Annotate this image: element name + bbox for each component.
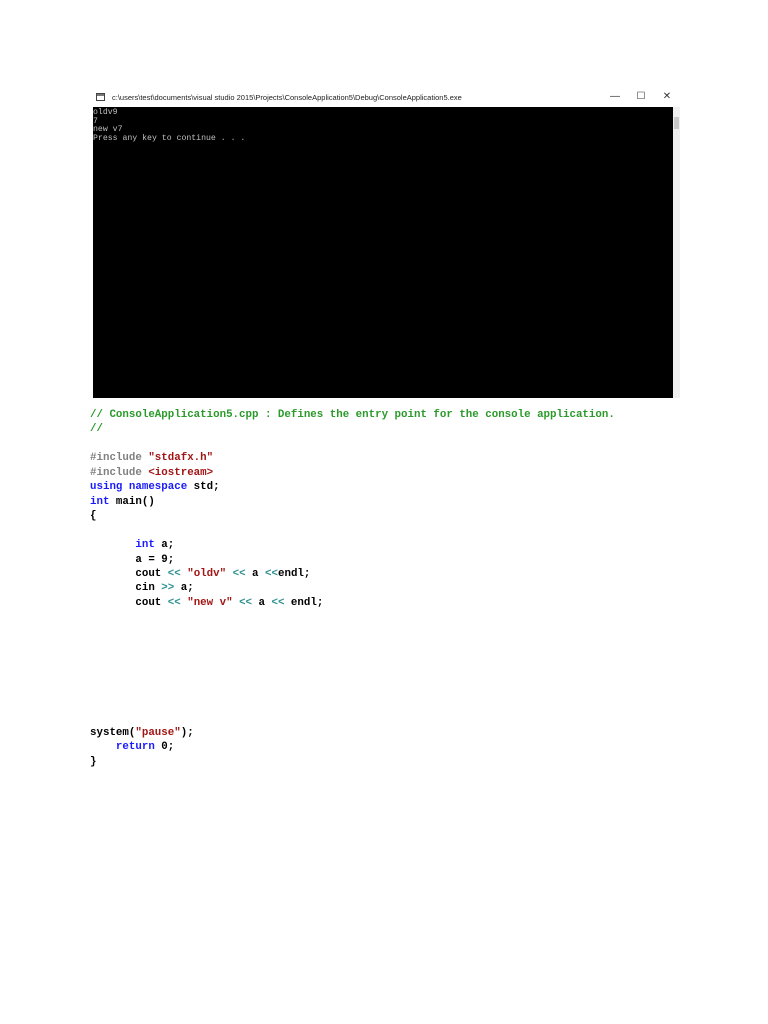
- minimize-button[interactable]: —: [602, 90, 628, 104]
- close-button[interactable]: ✕: [654, 90, 680, 104]
- code-token-comment: // ConsoleApplication5.cpp : Defines the…: [90, 409, 615, 421]
- console-window-title: c:\users\test\documents\visual studio 20…: [112, 93, 462, 102]
- source-code-listing: // ConsoleApplication5.cpp : Defines the…: [90, 408, 615, 769]
- code-line: //: [90, 422, 615, 436]
- code-token-op: <<: [167, 596, 181, 609]
- console-output: oldv9 7 new v7 Press any key to continue…: [93, 107, 673, 398]
- code-token-plain: }: [90, 755, 97, 768]
- maximize-button[interactable]: ☐: [628, 90, 654, 104]
- console-title-bar[interactable]: c:\users\test\documents\visual studio 20…: [90, 88, 682, 106]
- code-line: using namespace std;: [90, 480, 615, 494]
- code-token-pre: #include: [90, 452, 149, 465]
- code-token-str: "stdafx.h": [148, 452, 214, 465]
- code-line: return 0;: [90, 740, 615, 754]
- code-token-plain: endl;: [284, 596, 324, 609]
- console-scrollbar[interactable]: [673, 107, 680, 398]
- code-line: cout << "new v" << a << endl;: [90, 596, 615, 610]
- code-token-plain: 0;: [154, 741, 175, 754]
- code-token-plain: cin: [90, 582, 162, 595]
- code-token-op: >>: [161, 582, 175, 595]
- code-token-plain: a: [245, 567, 266, 580]
- code-token-op: <<: [239, 596, 253, 609]
- code-token-str: "new v": [187, 596, 233, 609]
- code-line: #include <iostream>: [90, 466, 615, 480]
- console-line: Press any key to continue . . .: [93, 133, 246, 143]
- code-token-kw: using namespace: [90, 481, 188, 494]
- code-line: cin >> a;: [90, 581, 615, 595]
- code-token-op: <<: [265, 567, 278, 580]
- code-token-str: "pause": [135, 726, 181, 739]
- code-line: // ConsoleApplication5.cpp : Defines the…: [90, 408, 615, 422]
- console-line: oldv9: [93, 108, 118, 117]
- code-line: cout << "oldv" << a <<endl;: [90, 567, 615, 581]
- code-line: system("pause");: [90, 726, 615, 740]
- code-token-op: <<: [167, 567, 181, 580]
- code-token-plain: std;: [187, 481, 220, 494]
- code-token-op: <<: [232, 567, 246, 580]
- code-token-str: "oldv": [187, 567, 227, 580]
- code-token-plain: a;: [154, 539, 175, 552]
- code-token-kw: return: [115, 741, 155, 754]
- scrollbar-thumb[interactable]: [674, 117, 679, 129]
- code-token-plain: main(): [109, 495, 155, 508]
- code-token-kw: int: [135, 539, 155, 552]
- code-token-plain: a: [252, 596, 272, 609]
- code-token-plain: );: [180, 726, 194, 739]
- code-token-comment: //: [90, 423, 103, 436]
- code-token-plain: a;: [174, 582, 194, 595]
- code-line: }: [90, 755, 615, 769]
- code-line: #include "stdafx.h": [90, 451, 615, 465]
- code-token-plain: cout: [90, 567, 168, 580]
- code-token-plain: a = 9;: [90, 553, 175, 566]
- code-token-kw: int: [90, 495, 110, 508]
- code-line: int main(): [90, 495, 615, 509]
- console-window: c:\users\test\documents\visual studio 20…: [90, 88, 682, 398]
- code-token-plain: endl;: [277, 567, 311, 580]
- code-token-op: <<: [271, 596, 285, 609]
- code-token-pre: #include: [90, 466, 149, 479]
- code-line: a = 9;: [90, 553, 615, 567]
- console-app-icon: [96, 93, 105, 101]
- code-token-plain: cout: [90, 596, 168, 609]
- code-token-plain: {: [90, 510, 97, 523]
- console-line: 7: [93, 116, 98, 126]
- code-line: {: [90, 509, 615, 523]
- code-token-plain: system(: [90, 726, 136, 739]
- code-token-str: <iostream>: [148, 466, 214, 479]
- code-line: int a;: [90, 538, 615, 552]
